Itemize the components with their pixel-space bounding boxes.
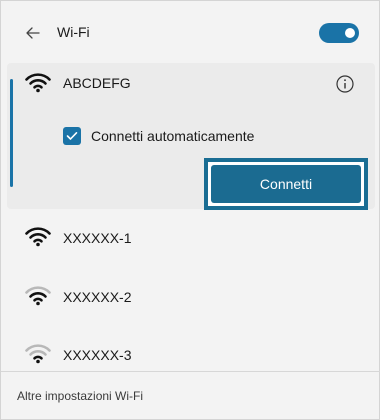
- network-name: XXXXXX-3: [63, 347, 132, 363]
- page-title: Wi-Fi: [57, 24, 90, 40]
- toggle-knob: [345, 28, 355, 38]
- info-icon[interactable]: [335, 74, 355, 94]
- wifi-signal-icon: [25, 286, 51, 306]
- wifi-flyout: Wi-Fi ABCDEFG Connetti automaticamente C…: [0, 0, 380, 420]
- wifi-signal-icon: [25, 227, 51, 247]
- wifi-toggle[interactable]: [319, 23, 359, 43]
- footer-divider: [1, 371, 380, 372]
- auto-connect-checkbox[interactable]: [63, 127, 81, 145]
- network-name: XXXXXX-2: [63, 289, 132, 305]
- wifi-signal-icon: [25, 344, 51, 364]
- back-button[interactable]: [23, 23, 43, 43]
- checkmark-icon: [66, 132, 78, 140]
- selection-indicator: [10, 79, 13, 187]
- connect-button[interactable]: Connetti: [211, 165, 361, 203]
- wifi-header: Wi-Fi: [1, 1, 380, 63]
- auto-connect-label[interactable]: Connetti automaticamente: [91, 128, 254, 144]
- wifi-signal-icon: [25, 73, 51, 93]
- arrow-left-icon: [26, 27, 40, 39]
- selected-network-name: ABCDEFG: [63, 75, 131, 91]
- more-wifi-settings-link[interactable]: Altre impostazioni Wi-Fi: [17, 389, 143, 403]
- network-name: XXXXXX-1: [63, 230, 132, 246]
